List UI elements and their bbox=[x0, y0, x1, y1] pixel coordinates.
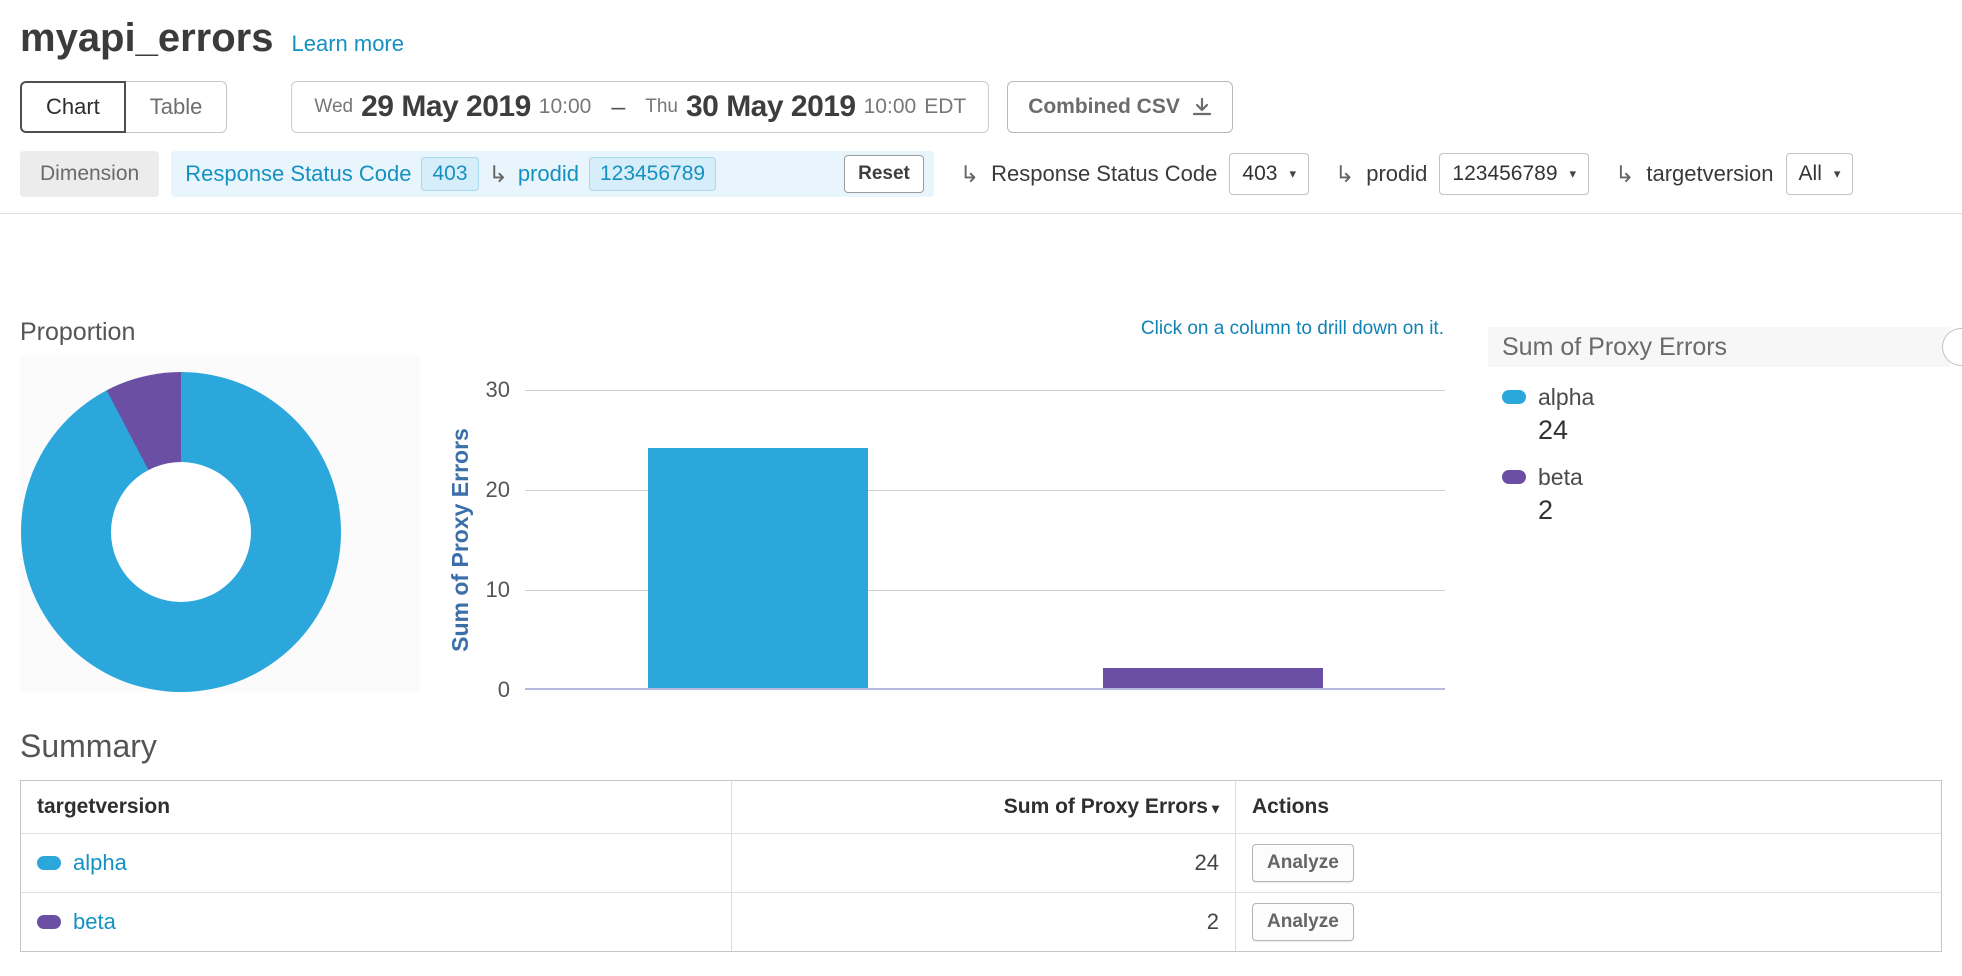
legend-value-alpha: 24 bbox=[1538, 413, 1950, 447]
legend-item-beta: beta bbox=[1502, 463, 1950, 491]
bar-beta[interactable] bbox=[1103, 668, 1323, 688]
legend-swatch-alpha bbox=[1502, 390, 1526, 404]
bar-chart bbox=[525, 390, 1445, 690]
column-header-targetversion[interactable]: targetversion bbox=[21, 781, 732, 833]
drilldown-icon: ↳ bbox=[1335, 161, 1354, 188]
chevron-down-icon: ▾ bbox=[1834, 166, 1841, 182]
toolbar: Chart Table Wed 29 May 2019 10:00 – Thu … bbox=[20, 81, 1962, 133]
analyze-button-alpha[interactable]: Analyze bbox=[1252, 844, 1354, 882]
page-title: myapi_errors bbox=[20, 16, 273, 61]
cell-targetversion-alpha: alpha bbox=[21, 834, 732, 892]
y-axis-title: Sum of Proxy Errors bbox=[445, 390, 475, 690]
table-row-beta: beta 2 Analyze bbox=[21, 892, 1941, 951]
dimension-label: Dimension bbox=[20, 151, 159, 197]
date-range-separator: – bbox=[611, 93, 625, 122]
combined-csv-label: Combined CSV bbox=[1028, 95, 1180, 119]
response-status-code-select[interactable]: 403 ▾ bbox=[1229, 153, 1309, 195]
row-link-alpha[interactable]: alpha bbox=[73, 850, 127, 876]
timezone-label: EDT bbox=[924, 95, 966, 119]
end-date: 30 May 2019 bbox=[686, 90, 856, 124]
legend-value-beta: 2 bbox=[1538, 493, 1950, 527]
drilldown-breadcrumb: Response Status Code 403 ↳ prodid 123456… bbox=[171, 151, 934, 197]
legend-label-beta: beta bbox=[1538, 464, 1583, 491]
combined-csv-button[interactable]: Combined CSV bbox=[1007, 81, 1233, 133]
end-time: 10:00 bbox=[864, 95, 917, 119]
y-tick-30: 30 bbox=[446, 377, 510, 403]
drilldown-icon: ↳ bbox=[1615, 161, 1634, 188]
chevron-down-icon: ▾ bbox=[1570, 166, 1577, 182]
table-row-alpha: alpha 24 Analyze bbox=[21, 833, 1941, 892]
learn-more-link[interactable]: Learn more bbox=[291, 31, 404, 57]
tab-table[interactable]: Table bbox=[126, 81, 228, 133]
summary-table: targetversion Sum of Proxy Errors▾ Actio… bbox=[20, 780, 1942, 952]
view-toggle: Chart Table bbox=[20, 81, 227, 133]
column-header-sum-of-proxy-errors[interactable]: Sum of Proxy Errors▾ bbox=[732, 781, 1236, 833]
legend-title: Sum of Proxy Errors bbox=[1488, 327, 1950, 367]
chart-section: Proportion Click on a column to drill do… bbox=[0, 214, 1962, 726]
x-axis-line bbox=[525, 688, 1445, 690]
y-tick-0: 0 bbox=[446, 677, 510, 703]
start-time: 10:00 bbox=[539, 95, 592, 119]
breadcrumb-dimension-2[interactable]: prodid bbox=[518, 161, 579, 187]
row-swatch-alpha bbox=[37, 856, 61, 870]
download-icon bbox=[1192, 97, 1212, 117]
prodid-value: 123456789 bbox=[1452, 162, 1557, 186]
column-header-sum-label: Sum of Proxy Errors bbox=[1004, 795, 1208, 818]
reset-button[interactable]: Reset bbox=[844, 155, 924, 193]
cell-value-alpha: 24 bbox=[732, 834, 1236, 892]
breadcrumb-value-2[interactable]: 123456789 bbox=[589, 157, 716, 191]
proportion-chart-card bbox=[20, 355, 420, 692]
filter-targetversion: ↳ targetversion All ▾ bbox=[1615, 153, 1853, 195]
filter-label-prodid: prodid bbox=[1366, 161, 1427, 187]
filter-response-status-code: ↳ Response Status Code 403 ▾ bbox=[960, 153, 1309, 195]
date-range-picker[interactable]: Wed 29 May 2019 10:00 – Thu 30 May 2019 … bbox=[291, 81, 989, 133]
cell-actions-beta: Analyze bbox=[1236, 893, 1941, 951]
chevron-down-icon: ▾ bbox=[1289, 166, 1296, 182]
summary-title: Summary bbox=[20, 726, 1962, 766]
filter-label-response-status-code: Response Status Code bbox=[991, 161, 1217, 187]
breadcrumb-dimension-1[interactable]: Response Status Code bbox=[185, 161, 411, 187]
bar-alpha[interactable] bbox=[648, 448, 868, 688]
cell-value-beta: 2 bbox=[732, 893, 1236, 951]
sort-desc-icon: ▾ bbox=[1212, 800, 1219, 816]
response-status-code-value: 403 bbox=[1242, 162, 1277, 186]
legend-item-alpha: alpha bbox=[1502, 383, 1950, 411]
filter-prodid: ↳ prodid 123456789 ▾ bbox=[1335, 153, 1589, 195]
breadcrumb-value-1[interactable]: 403 bbox=[421, 157, 478, 191]
y-tick-20: 20 bbox=[446, 477, 510, 503]
end-day: Thu bbox=[645, 96, 678, 118]
y-tick-10: 10 bbox=[446, 577, 510, 603]
drilldown-icon: ↳ bbox=[489, 161, 508, 188]
row-link-beta[interactable]: beta bbox=[73, 909, 116, 935]
analyze-button-beta[interactable]: Analyze bbox=[1252, 903, 1354, 941]
proportion-title: Proportion bbox=[20, 318, 135, 347]
start-date: 29 May 2019 bbox=[361, 90, 531, 124]
legend-panel: Sum of Proxy Errors alpha 24 beta 2 bbox=[1488, 327, 1950, 533]
cell-targetversion-beta: beta bbox=[21, 893, 732, 951]
donut-chart[interactable] bbox=[21, 372, 341, 692]
drilldown-hint: Click on a column to drill down on it. bbox=[525, 318, 1444, 340]
targetversion-select[interactable]: All ▾ bbox=[1786, 153, 1854, 195]
legend-label-alpha: alpha bbox=[1538, 384, 1594, 411]
filter-row: Dimension Response Status Code 403 ↳ pro… bbox=[20, 151, 1962, 197]
gridline-30 bbox=[525, 390, 1445, 391]
targetversion-value: All bbox=[1799, 162, 1822, 186]
prodid-select[interactable]: 123456789 ▾ bbox=[1439, 153, 1589, 195]
drilldown-icon: ↳ bbox=[960, 161, 979, 188]
donut-hole bbox=[111, 462, 251, 602]
cell-actions-alpha: Analyze bbox=[1236, 834, 1941, 892]
filter-label-targetversion: targetversion bbox=[1646, 161, 1773, 187]
row-swatch-beta bbox=[37, 915, 61, 929]
tab-chart[interactable]: Chart bbox=[20, 81, 126, 133]
start-day: Wed bbox=[314, 96, 353, 118]
legend-swatch-beta bbox=[1502, 470, 1526, 484]
report-header: myapi_errors Learn more bbox=[0, 0, 1962, 61]
table-header-row: targetversion Sum of Proxy Errors▾ Actio… bbox=[21, 781, 1941, 833]
column-header-actions: Actions bbox=[1236, 781, 1941, 833]
